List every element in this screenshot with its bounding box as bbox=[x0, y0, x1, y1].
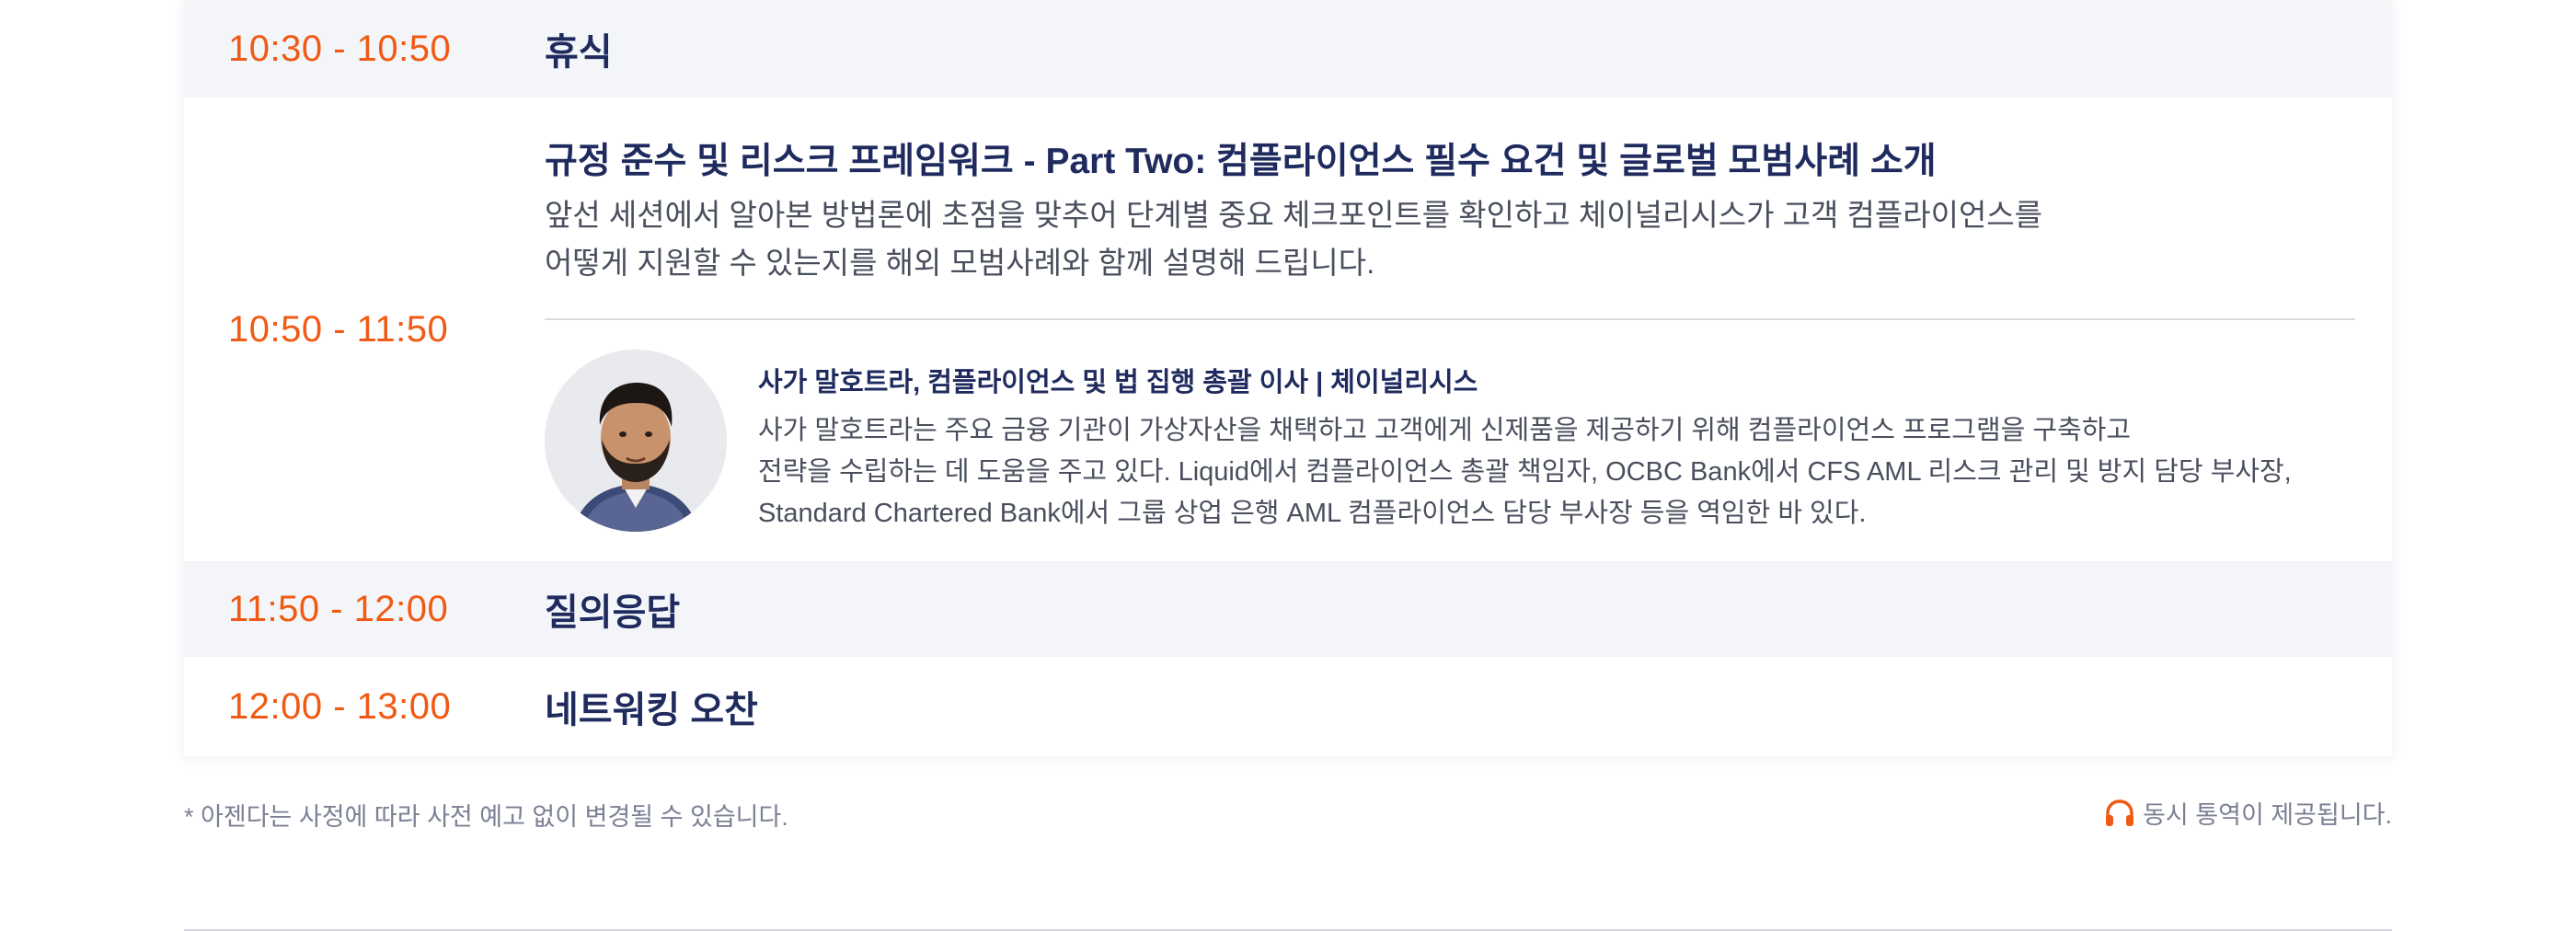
interpretation-notice: 동시 통역이 제공됩니다. bbox=[2104, 795, 2392, 831]
agenda-table: 10:30 - 10:50 휴식 10:50 - 11:50 규정 준수 및 리… bbox=[184, 0, 2392, 756]
agenda-title: 네트워킹 오찬 bbox=[545, 690, 758, 730]
session-content: 규정 준수 및 리스크 프레임워크 - Part Two: 컴플라이언스 필수 … bbox=[545, 98, 2392, 561]
speaker-bio: 사가 말호트라는 주요 금융 기관이 가상자산을 채택하고 고객에게 신제품을 … bbox=[758, 410, 2292, 534]
agenda-time: 10:30 - 10:50 bbox=[228, 28, 452, 69]
speaker-info: 사가 말호트라, 컴플라이언스 및 법 집행 총괄 이사 | 체이널리시스 사가… bbox=[758, 350, 2292, 534]
agenda-title: 질의응답 bbox=[545, 592, 681, 633]
headphones-icon bbox=[2106, 799, 2134, 826]
agenda-row-session: 10:50 - 11:50 규정 준수 및 리스크 프레임워크 - Part T… bbox=[184, 98, 2392, 561]
speaker-bio-line: 사가 말호트라는 주요 금융 기관이 가상자산을 채택하고 고객에게 신제품을 … bbox=[758, 416, 2132, 445]
agenda-time: 12:00 - 13:00 bbox=[228, 685, 452, 727]
session-description-line: 앞선 세션에서 알아본 방법론에 초점을 맞추어 단계별 중요 체크포인트를 확… bbox=[545, 198, 2043, 232]
agenda-title: 휴식 bbox=[545, 32, 613, 73]
speaker-bio-line: 전략을 수립하는 데 도움을 주고 있다. Liquid에서 컴플라이언스 총괄… bbox=[758, 457, 2292, 487]
agenda-time: 11:50 - 12:00 bbox=[228, 588, 449, 629]
speaker-card: 사가 말호트라, 컴플라이언스 및 법 집행 총괄 이사 | 체이널리시스 사가… bbox=[545, 350, 2355, 534]
speaker-bio-line: Standard Chartered Bank에서 그룹 상업 은행 AML 컴… bbox=[758, 499, 1867, 528]
agenda-row-qna: 11:50 - 12:00 질의응답 bbox=[184, 561, 2392, 657]
speaker-avatar bbox=[545, 350, 727, 532]
session-description-line: 어떻게 지원할 수 있는지를 해외 모범사례와 함께 설명해 드립니다. bbox=[545, 246, 1375, 280]
divider bbox=[545, 318, 2355, 320]
session-title: 규정 준수 및 리스크 프레임워크 - Part Two: 컴플라이언스 필수 … bbox=[545, 142, 1937, 181]
agenda-row-lunch: 12:00 - 13:00 네트워킹 오찬 bbox=[184, 657, 2392, 756]
agenda-time: 10:50 - 11:50 bbox=[228, 308, 449, 350]
agenda-row-break: 10:30 - 10:50 휴식 bbox=[184, 0, 2392, 98]
session-description: 앞선 세션에서 알아본 방법론에 초점을 맞추어 단계별 중요 체크포인트를 확… bbox=[545, 191, 2355, 287]
interpretation-label: 동시 통역이 제공됩니다. bbox=[2143, 801, 2392, 829]
agenda-disclaimer: * 아젠다는 사정에 따라 사전 예고 없이 변경될 수 있습니다. bbox=[184, 803, 788, 831]
speaker-name: 사가 말호트라, 컴플라이언스 및 법 집행 총괄 이사 | 체이널리시스 bbox=[758, 368, 1478, 397]
